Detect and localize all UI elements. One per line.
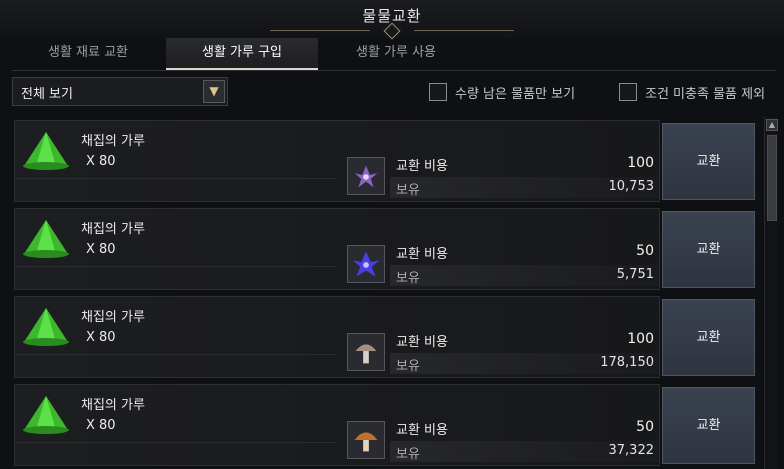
item-quantity: X 80 (86, 418, 116, 433)
tab-powder-purchase[interactable]: 생활 가루 구입 (166, 38, 318, 70)
chevron-down-icon[interactable]: ▼ (203, 80, 225, 103)
exchange-button[interactable]: 교환 (662, 299, 755, 376)
list-scrollbar[interactable]: ▲ (764, 117, 778, 469)
cost-value: 100 (627, 155, 654, 171)
list-item: 채집의 가루 X 80 교환 비용 50 보유 37,322 교환 (14, 384, 758, 466)
blue-flower-icon[interactable] (347, 245, 385, 283)
view-filter-dropdown[interactable]: 전체 보기 ▼ (12, 77, 228, 106)
row-divider (16, 178, 336, 179)
owned-value: 10,753 (608, 179, 655, 194)
tab-bar: 생활 재료 교환 생활 가루 구입 생활 가루 사용 (12, 38, 776, 71)
list-item: 채집의 가루 X 80 교환 비용 100 보유 178,150 교환 (14, 296, 758, 378)
green-powder-icon (23, 132, 69, 170)
item-name: 채집의 가루 (81, 222, 145, 237)
tab-powder-use[interactable]: 생활 가루 사용 (320, 38, 472, 70)
title-divider-right (414, 30, 514, 31)
gray-mushroom-icon[interactable] (347, 333, 385, 371)
exclude-unmet-checkbox[interactable]: 조건 미충족 물품 제외 (619, 82, 779, 102)
owned-value: 37,322 (608, 443, 655, 458)
cost-label: 교환 비용 (396, 423, 448, 438)
exchange-button[interactable]: 교환 (662, 211, 755, 288)
title-bar: 물물교환 (0, 0, 784, 40)
checkbox-label: 조건 미충족 물품 제외 (645, 87, 766, 102)
cost-value: 100 (627, 331, 654, 347)
green-powder-icon (23, 308, 69, 346)
list-item: 채집의 가루 X 80 교환 비용 50 보유 5,751 교환 (14, 208, 758, 290)
list-item: 채집의 가루 X 80 교환 비용 100 보유 10,753 교환 (14, 120, 758, 202)
cost-label: 교환 비용 (396, 247, 448, 262)
cost-label: 교환 비용 (396, 335, 448, 350)
cost-value: 50 (636, 419, 654, 435)
exchange-button[interactable]: 교환 (662, 123, 755, 200)
scrollbar-thumb[interactable] (767, 135, 777, 221)
owned-value: 5,751 (616, 267, 654, 282)
cost-label: 교환 비용 (396, 159, 448, 174)
row-divider (16, 354, 336, 355)
exchange-button[interactable]: 교환 (662, 387, 755, 464)
owned-label: 보유 (396, 359, 420, 374)
cost-value: 50 (636, 243, 654, 259)
item-quantity: X 80 (86, 154, 116, 169)
owned-label: 보유 (396, 183, 420, 198)
item-name: 채집의 가루 (81, 310, 145, 325)
row-divider (16, 442, 336, 443)
title-divider-left (270, 30, 370, 31)
row-divider (16, 266, 336, 267)
item-quantity: X 80 (86, 330, 116, 345)
item-quantity: X 80 (86, 242, 116, 257)
item-name: 채집의 가루 (81, 134, 145, 149)
exchange-list: 채집의 가루 X 80 교환 비용 100 보유 10,753 교환 채집의 가… (14, 117, 758, 469)
remaining-only-checkbox[interactable]: 수량 남은 물품만 보기 (429, 82, 599, 102)
checkbox-box[interactable] (619, 83, 637, 101)
brown-mushroom-icon[interactable] (347, 421, 385, 459)
item-name: 채집의 가루 (81, 398, 145, 413)
owned-label: 보유 (396, 271, 420, 286)
dropdown-value: 전체 보기 (21, 87, 73, 102)
owned-label: 보유 (396, 447, 420, 462)
checkbox-box[interactable] (429, 83, 447, 101)
checkbox-label: 수량 남은 물품만 보기 (455, 87, 576, 102)
scroll-up-icon[interactable]: ▲ (766, 119, 778, 131)
purple-flower-icon[interactable] (347, 157, 385, 195)
green-powder-icon (23, 396, 69, 434)
green-powder-icon (23, 220, 69, 258)
owned-value: 178,150 (600, 355, 654, 370)
tab-material-exchange[interactable]: 생활 재료 교환 (12, 38, 164, 70)
